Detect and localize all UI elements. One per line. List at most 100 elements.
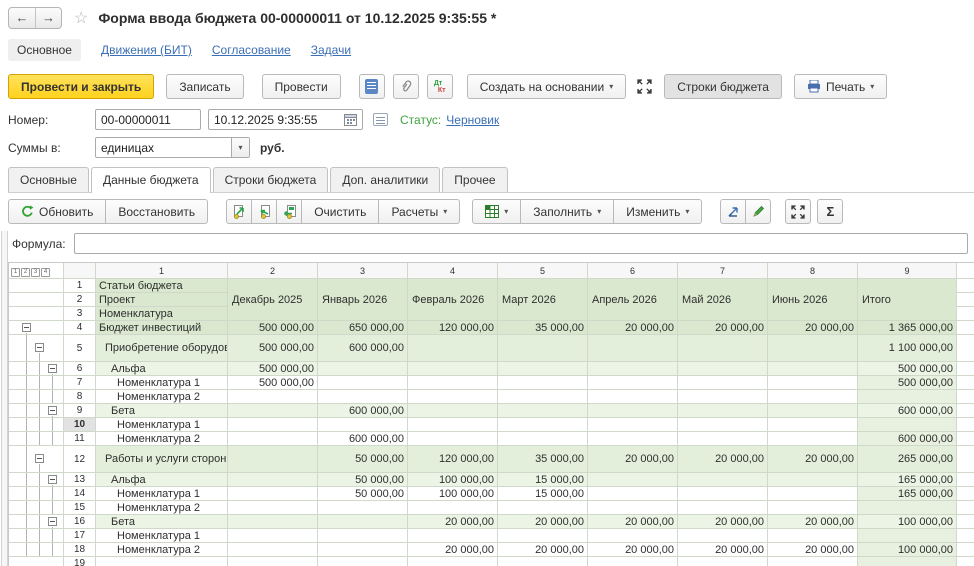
nav-tab-dvizheniya[interactable]: Движения (БИТ) (101, 43, 192, 57)
grid-cell-label[interactable]: Бюджет инвестиций (96, 321, 228, 335)
grid-cell[interactable] (498, 376, 588, 390)
grid-cell[interactable] (228, 487, 318, 501)
column-header-1[interactable]: 1 (96, 263, 228, 279)
grid-cell[interactable]: 600 000,00 (858, 404, 957, 418)
month-header[interactable]: Январь 2026 (318, 279, 408, 321)
grid-cell[interactable]: 20 000,00 (678, 446, 768, 473)
grid-cell[interactable]: 20 000,00 (588, 446, 678, 473)
grid-cell[interactable] (768, 432, 858, 446)
grid-cell[interactable] (408, 404, 498, 418)
column-header-6[interactable]: 6 (588, 263, 678, 279)
register-records-button[interactable] (359, 74, 385, 99)
grid-cell-label[interactable]: Бета (96, 515, 228, 529)
grid-cell[interactable] (228, 515, 318, 529)
grid-cell[interactable] (318, 543, 408, 557)
grid-cell[interactable]: 100 000,00 (408, 487, 498, 501)
calculations-button[interactable]: Расчеты▾ (378, 199, 460, 224)
grid-cell-label[interactable]: Приобретение оборудования (96, 335, 228, 362)
formula-input[interactable] (74, 233, 968, 254)
grid-cell[interactable] (498, 404, 588, 418)
restore-button[interactable]: Восстановить (105, 199, 208, 224)
grid-cell[interactable] (678, 362, 768, 376)
grid-cell[interactable]: 500 000,00 (858, 362, 957, 376)
grid-cell[interactable] (858, 557, 957, 566)
grid-cell[interactable] (228, 432, 318, 446)
grid-cell[interactable]: 100 000,00 (858, 543, 957, 557)
grid-cell[interactable]: 20 000,00 (588, 321, 678, 335)
row-number[interactable]: 4 (64, 321, 96, 335)
grid-cell[interactable] (228, 557, 318, 566)
grid-cell[interactable] (318, 362, 408, 376)
grid-cell[interactable] (498, 362, 588, 376)
grid-cell[interactable]: 165 000,00 (858, 487, 957, 501)
grid-cell[interactable] (588, 432, 678, 446)
row-number[interactable]: 11 (64, 432, 96, 446)
grid-cell[interactable]: 120 000,00 (408, 321, 498, 335)
month-header[interactable]: Март 2026 (498, 279, 588, 321)
save-button[interactable]: Записать (166, 74, 243, 99)
grid-cell[interactable]: 120 000,00 (408, 446, 498, 473)
grid-cell[interactable] (588, 473, 678, 487)
grid-cell[interactable]: 15 000,00 (498, 487, 588, 501)
back-icon[interactable]: ← (9, 8, 35, 28)
grid-cell[interactable]: 1 365 000,00 (858, 321, 957, 335)
grid-cell[interactable]: 20 000,00 (768, 446, 858, 473)
column-header-4[interactable]: 4 (408, 263, 498, 279)
level-2-button[interactable]: 2 (21, 268, 30, 277)
month-header[interactable]: Апрель 2026 (588, 279, 678, 321)
tab-dop-analitiki[interactable]: Доп. аналитики (330, 167, 440, 192)
excel-button[interactable]: ▾ (472, 199, 521, 224)
grid-cell[interactable] (498, 418, 588, 432)
grid-cell[interactable]: 20 000,00 (768, 321, 858, 335)
sums-in-select[interactable]: единицах ▾ (95, 137, 250, 158)
row-number[interactable]: 13 (64, 473, 96, 487)
row-number[interactable]: 1 (64, 279, 96, 293)
grid-cell[interactable]: 20 000,00 (408, 515, 498, 529)
row-number[interactable]: 2 (64, 293, 96, 307)
grid-cell[interactable]: 20 000,00 (588, 543, 678, 557)
grid-cell[interactable]: 500 000,00 (228, 376, 318, 390)
fullscreen-button[interactable] (632, 74, 656, 99)
grid-cell[interactable]: 600 000,00 (318, 404, 408, 418)
grid-cell-label[interactable]: Номенклатура 1 (96, 376, 228, 390)
grid-cell[interactable] (678, 418, 768, 432)
clear-button[interactable]: Очистить (301, 199, 379, 224)
row-number[interactable]: 8 (64, 390, 96, 404)
grid-cell[interactable] (858, 501, 957, 515)
grid-cell[interactable]: 35 000,00 (498, 446, 588, 473)
import-data-button[interactable] (251, 199, 277, 224)
grid-cell[interactable] (588, 487, 678, 501)
dropdown-button[interactable]: ▾ (231, 138, 249, 157)
grid-cell[interactable] (408, 376, 498, 390)
grid-cell[interactable] (588, 529, 678, 543)
grid-cell-label[interactable]: Номенклатура 2 (96, 543, 228, 557)
grid-cell-label[interactable]: Номенклатура 1 (96, 487, 228, 501)
analytics-header-3[interactable]: Номенклатура (96, 307, 228, 321)
row-number[interactable]: 19 (64, 557, 96, 566)
grid-cell[interactable]: 50 000,00 (318, 473, 408, 487)
grid-cell-label[interactable]: Номенклатура 1 (96, 529, 228, 543)
swap-rows-columns-button[interactable] (720, 199, 746, 224)
grid-cell[interactable] (228, 446, 318, 473)
post-button[interactable]: Провести (262, 74, 341, 99)
grid-cell[interactable] (678, 501, 768, 515)
grid-cell[interactable] (408, 529, 498, 543)
grid-cell[interactable] (318, 515, 408, 529)
grid-cell[interactable] (768, 529, 858, 543)
row-number[interactable]: 9 (64, 404, 96, 418)
grid-cell[interactable]: 500 000,00 (228, 362, 318, 376)
grid-cell[interactable] (588, 362, 678, 376)
grid-cell[interactable] (318, 390, 408, 404)
row-number[interactable]: 7 (64, 376, 96, 390)
grid-cell[interactable] (768, 404, 858, 418)
grid-cell[interactable]: 600 000,00 (858, 432, 957, 446)
grid-cell[interactable] (858, 529, 957, 543)
status-link[interactable]: Черновик (446, 113, 499, 127)
grid-cell[interactable] (408, 335, 498, 362)
grid-cell[interactable] (498, 529, 588, 543)
row-number[interactable]: 15 (64, 501, 96, 515)
grid-cell[interactable] (768, 487, 858, 501)
grid-cell[interactable] (228, 418, 318, 432)
post-and-close-button[interactable]: Провести и закрыть (8, 74, 154, 99)
grid-cell[interactable]: 35 000,00 (498, 321, 588, 335)
